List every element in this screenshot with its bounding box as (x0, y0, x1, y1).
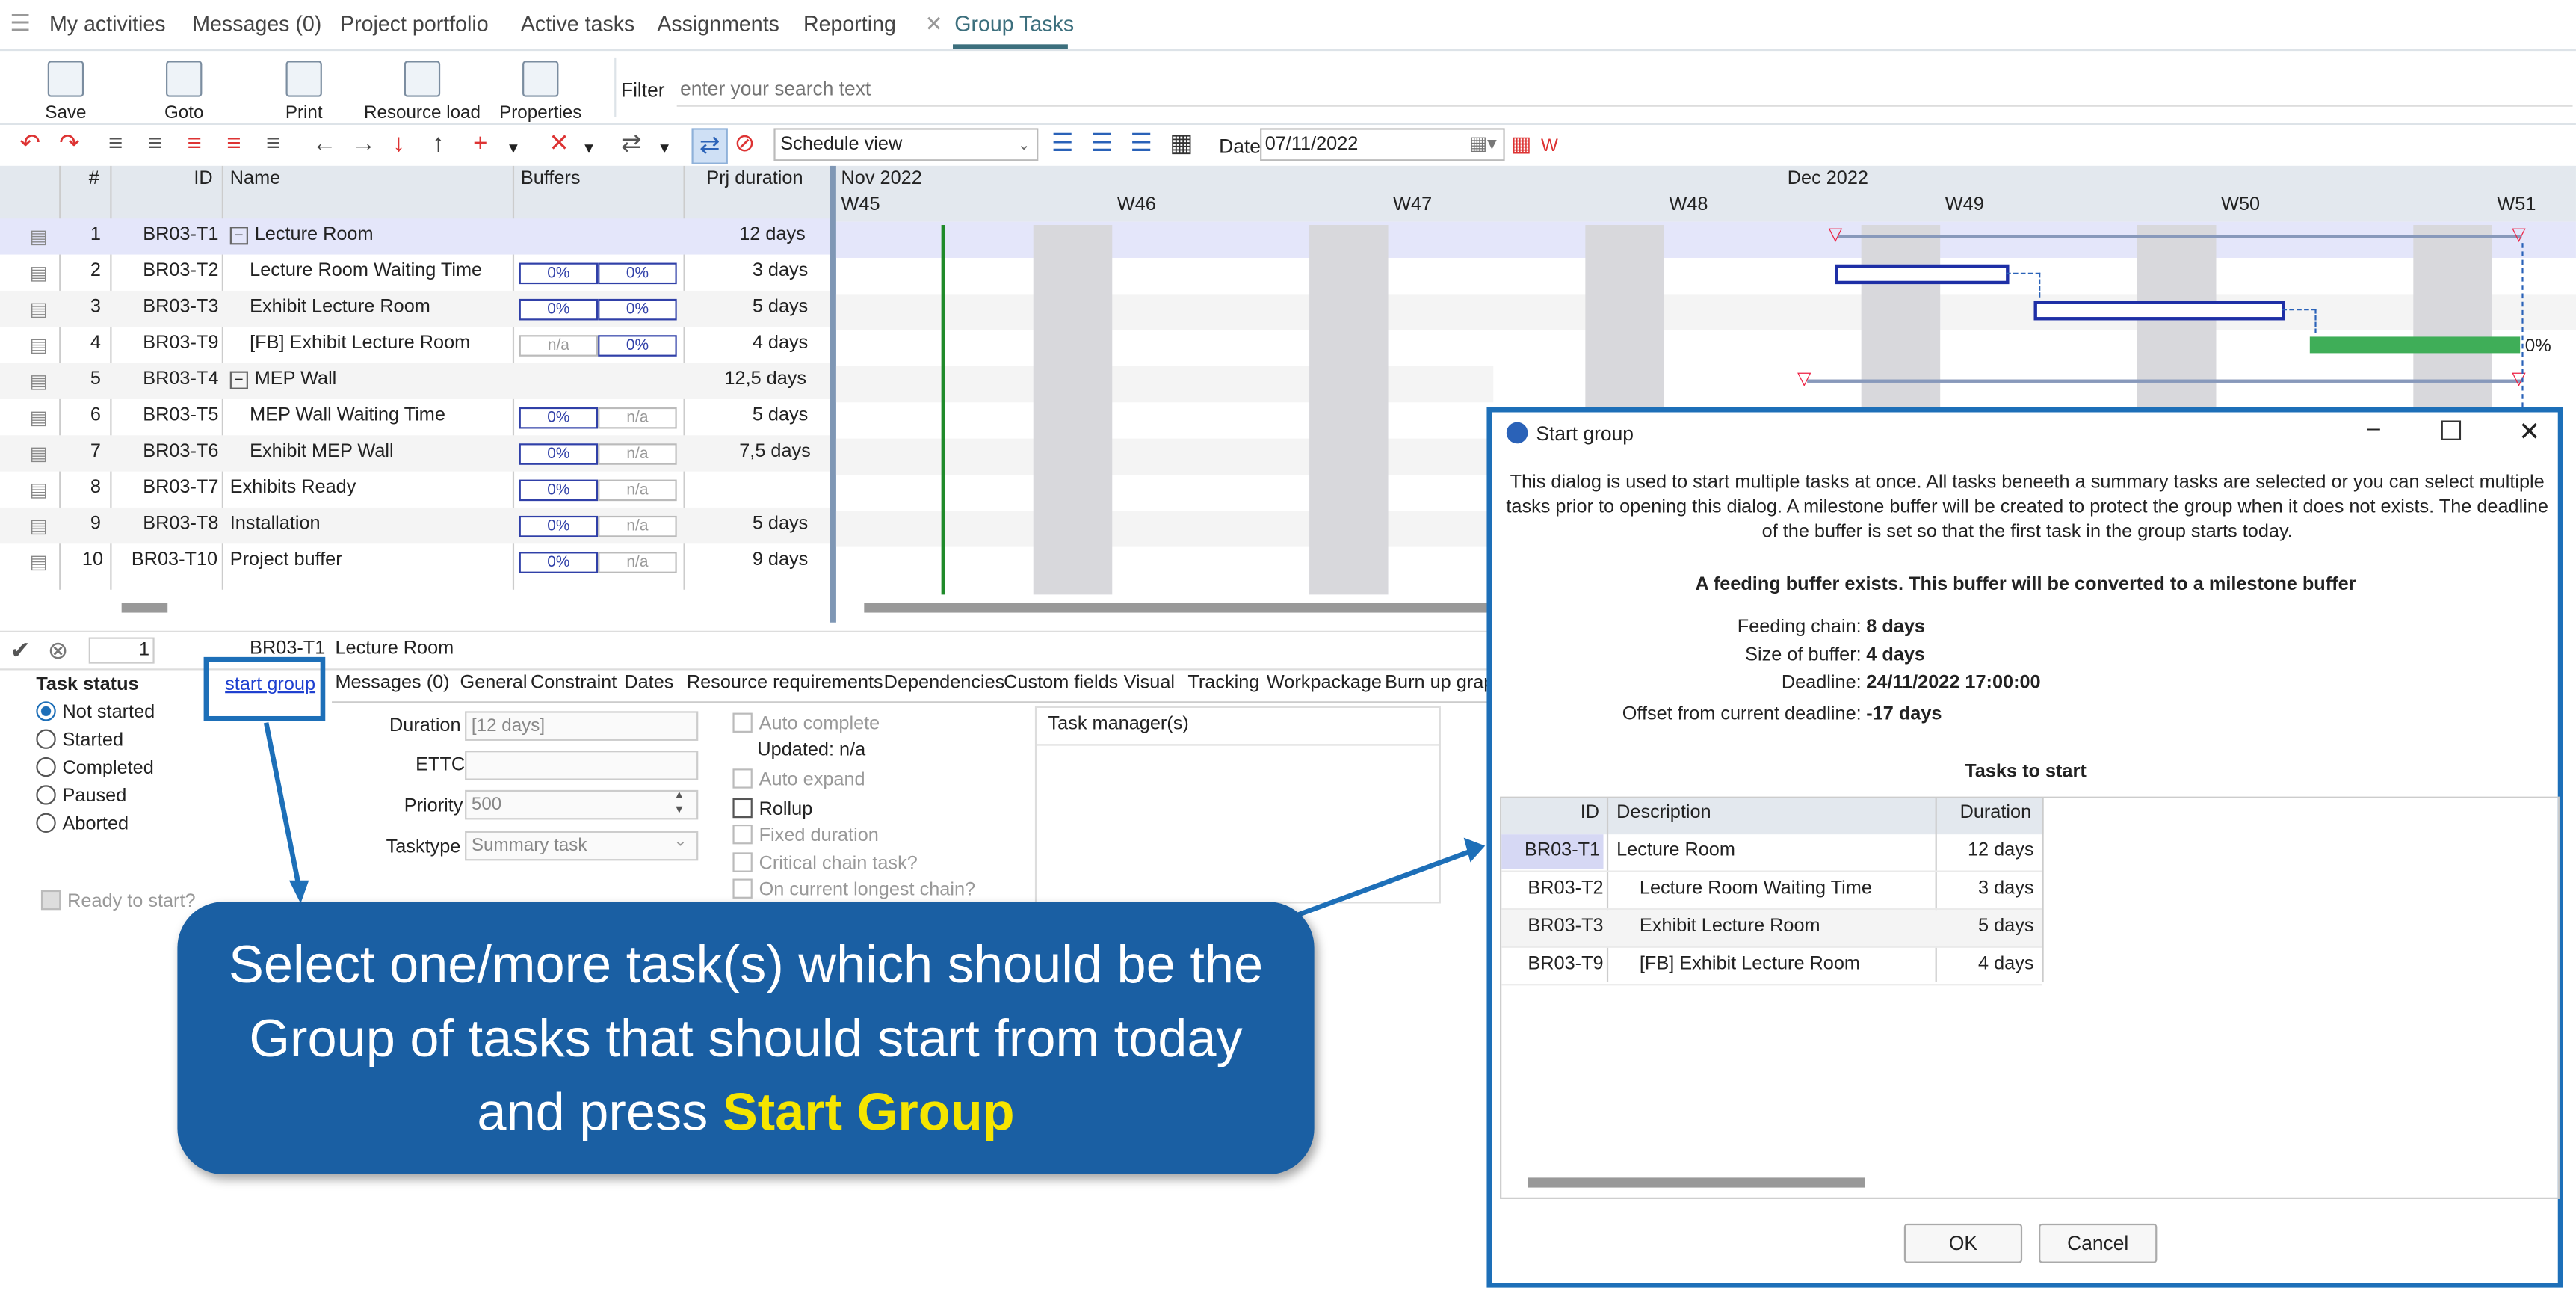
tasks-table-header: ID Description Duration (1501, 798, 2044, 982)
deadline-label: Deadline: (1781, 673, 1862, 694)
app-logo-icon (1506, 422, 1528, 444)
arrow-line (1297, 848, 1473, 917)
dialog-intro: This dialog is used to start multiple ta… (1506, 472, 2548, 543)
arrow-head (1463, 837, 1486, 863)
instruction-callout: Select one/more task(s) which should be … (177, 902, 1315, 1174)
feeding-chain-value: 8 days (1866, 617, 1925, 638)
offset-value: -17 days (1866, 704, 1942, 724)
ok-button[interactable]: OK (1903, 1223, 2023, 1263)
maximize-icon[interactable] (2441, 420, 2462, 440)
cancel-button[interactable]: Cancel (2039, 1223, 2158, 1263)
start-group-dialog: Start group – ✕ This dialog is used to s… (1486, 407, 2563, 1288)
buffer-size-label: Size of buffer: (1745, 645, 1862, 665)
offset-label: Offset from current deadline: (1622, 704, 1862, 724)
feeding-chain-label: Feeding chain: (1737, 617, 1862, 638)
arrow-line (263, 722, 302, 888)
task-row[interactable]: BR03-T9 [FB] Exhibit Lecture Room 4 days (1501, 948, 2042, 986)
tasks-to-start-title: Tasks to start (1965, 762, 2087, 782)
deadline-value: 24/11/2022 17:00:00 (1866, 673, 2041, 694)
dialog-heading: A feeding buffer exists. This buffer wil… (1695, 575, 2356, 595)
callout-highlight: Start Group (722, 1082, 1015, 1142)
dialog-title: Start group (1536, 422, 1634, 446)
task-row[interactable]: BR03-T1 Lecture Room 12 days (1501, 834, 2042, 872)
tasks-hscroll[interactable] (1528, 1177, 1865, 1188)
col-description-header[interactable]: Description (1616, 803, 1711, 822)
buffer-size-value: 4 days (1866, 645, 1925, 665)
col-duration-header[interactable]: Duration (1960, 803, 2032, 822)
task-row[interactable]: BR03-T2 Lecture Room Waiting Time 3 days (1501, 872, 2042, 911)
col-id-header[interactable]: ID (1581, 803, 1599, 822)
close-icon[interactable]: ✕ (2518, 416, 2540, 449)
arrow-head (288, 880, 309, 904)
task-row[interactable]: BR03-T3 Exhibit Lecture Room 5 days (1501, 910, 2042, 948)
minimize-icon[interactable]: – (2367, 414, 2380, 440)
